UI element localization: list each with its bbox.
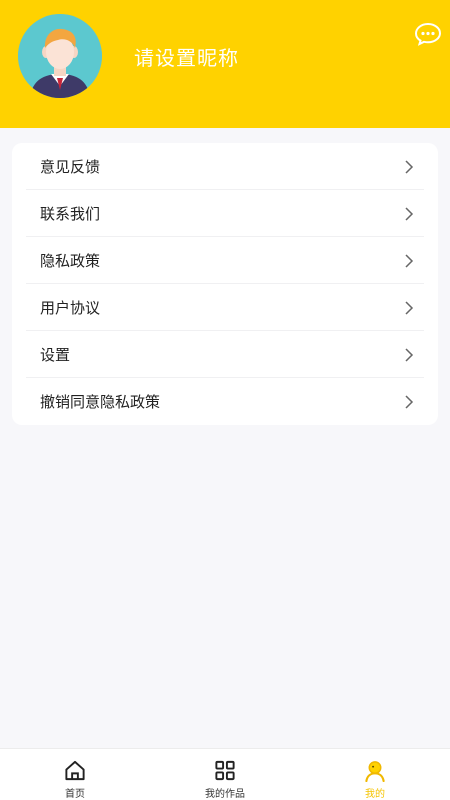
- menu-item-feedback[interactable]: 意见反馈: [26, 143, 424, 190]
- profile-header: 请设置昵称: [0, 0, 450, 128]
- menu-item-label: 联系我们: [40, 205, 101, 223]
- menu-item-label: 用户协议: [40, 299, 101, 317]
- tab-label: 首页: [65, 789, 85, 800]
- profile-icon: [365, 761, 385, 782]
- menu-card: 意见反馈 联系我们 隐私政策 用户协议 设置 撤销同意隐私政策: [12, 143, 438, 425]
- bottom-tab-bar: 首页 我的作品 我的: [0, 748, 450, 800]
- avatar[interactable]: [18, 14, 102, 98]
- tab-my-works[interactable]: 我的作品: [150, 749, 300, 800]
- menu-item-settings[interactable]: 设置: [26, 331, 424, 378]
- chevron-right-icon: [405, 206, 414, 221]
- menu-item-revoke-privacy[interactable]: 撤销同意隐私政策: [26, 378, 424, 425]
- chevron-right-icon: [405, 347, 414, 362]
- menu-item-label: 设置: [40, 346, 71, 364]
- tab-label: 我的: [365, 789, 385, 800]
- menu-item-privacy[interactable]: 隐私政策: [26, 237, 424, 284]
- menu-item-label: 撤销同意隐私政策: [40, 393, 161, 411]
- tab-label: 我的作品: [205, 789, 245, 800]
- nickname[interactable]: 请设置昵称: [134, 42, 239, 71]
- profile-page: 请设置昵称 意见反馈 联系我们 隐私政策 用户协议 设置 撤销同意隐私政策 首页…: [0, 0, 450, 800]
- chevron-right-icon: [405, 394, 414, 409]
- menu-item-label: 意见反馈: [40, 158, 101, 176]
- chevron-right-icon: [405, 253, 414, 268]
- message-button[interactable]: [414, 22, 442, 46]
- menu-item-agreement[interactable]: 用户协议: [26, 284, 424, 331]
- chevron-right-icon: [405, 159, 414, 174]
- message-icon: [414, 22, 442, 46]
- grid-icon: [215, 760, 235, 781]
- chevron-right-icon: [405, 300, 414, 315]
- tab-home[interactable]: 首页: [0, 749, 150, 800]
- home-icon: [65, 760, 85, 781]
- avatar-icon: [18, 14, 102, 98]
- menu-item-label: 隐私政策: [40, 252, 101, 270]
- tab-mine[interactable]: 我的: [300, 749, 450, 800]
- menu-item-contact[interactable]: 联系我们: [26, 190, 424, 237]
